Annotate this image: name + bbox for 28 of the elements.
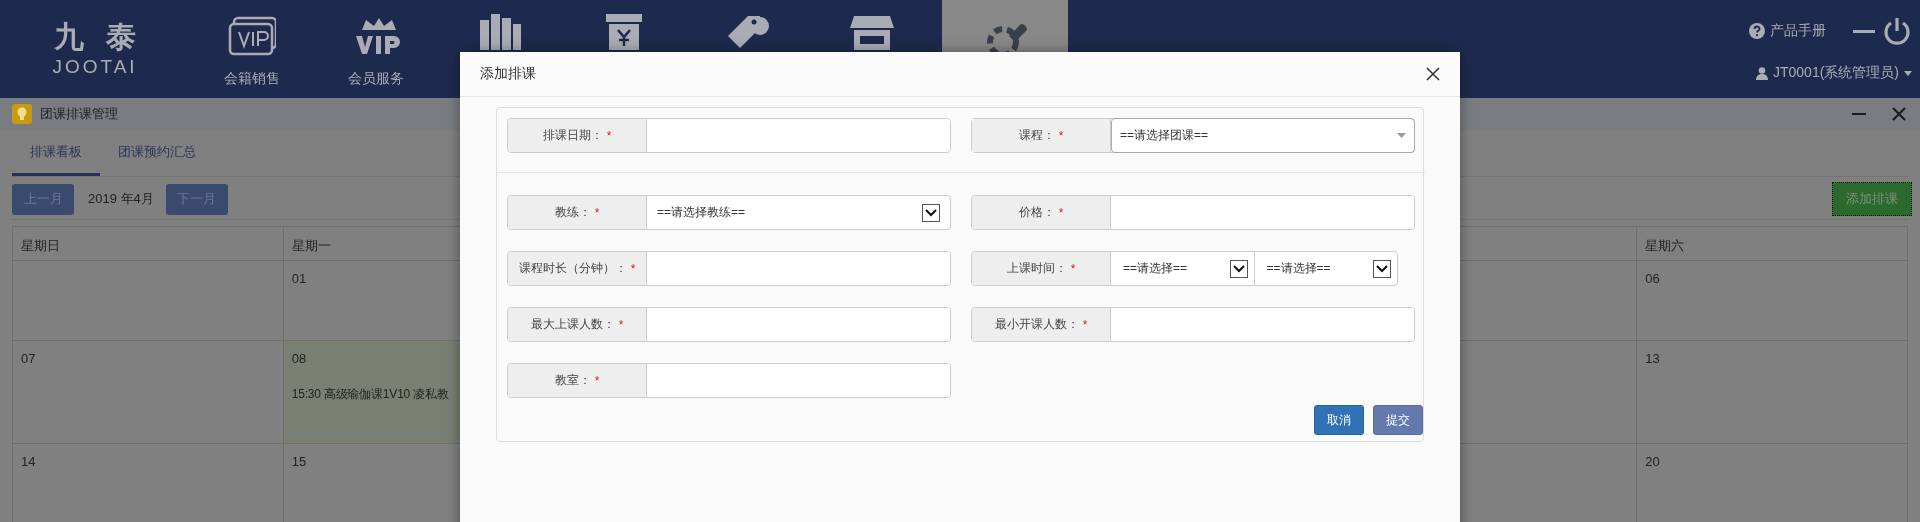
nav-item[interactable]: 会籍销售 [190, 0, 314, 98]
dropdown[interactable]: ==请选择教练== [647, 196, 950, 229]
column-header: 星期日 [13, 226, 284, 260]
user-menu[interactable]: JT0001(系统管理员) [1755, 64, 1912, 82]
day-number: 07 [21, 351, 37, 366]
day-number: 15 [291, 454, 308, 469]
field-label: 教练： * [508, 196, 647, 229]
field-label: 上课时间： * [972, 252, 1111, 285]
nav-item[interactable]: 会员服务 [314, 0, 438, 98]
manual-link[interactable]: 产品手册 [1770, 22, 1826, 40]
day-number: 14 [21, 454, 37, 469]
dropdown[interactable]: ==请选择团课== [1111, 118, 1415, 153]
day-number: 13 [1645, 351, 1661, 366]
submit-button[interactable]: 提交 [1373, 405, 1423, 435]
dropdown[interactable]: ==请选择== [1111, 252, 1255, 285]
column-header: 星期六 [1637, 226, 1908, 260]
logo-text: JOOTAI [52, 55, 138, 79]
day-number: 01 [291, 271, 308, 286]
month-label: 2019 年4月 [88, 190, 154, 208]
panel-title: 团课排课管理 [40, 105, 118, 123]
day-number: 20 [1645, 454, 1661, 469]
dialog-title: 添加排课 [480, 65, 536, 83]
cancel-button[interactable]: 取消 [1314, 405, 1364, 435]
day-number: 08 [291, 351, 308, 366]
day-number: 06 [1645, 271, 1661, 286]
dropdown[interactable]: ==请选择== [1254, 252, 1397, 285]
field-label: 课程： * [972, 119, 1111, 152]
logo-mark: 九泰 [53, 19, 158, 55]
